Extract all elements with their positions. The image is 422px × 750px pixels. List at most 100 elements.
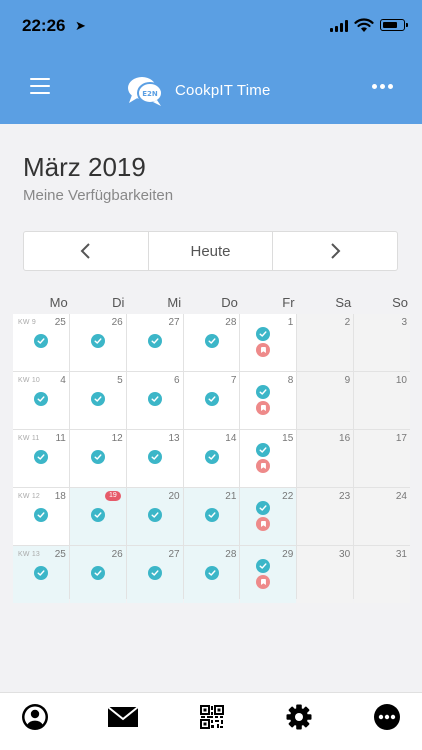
day-number: 23 xyxy=(339,491,351,502)
calendar-day[interactable]: KW 9 25 xyxy=(13,314,69,371)
bookmark-icon xyxy=(256,401,271,415)
day-number: 1 xyxy=(287,317,294,328)
wifi-icon xyxy=(354,18,374,32)
calendar-day[interactable]: 29 xyxy=(240,546,297,603)
weekday-label: Mo xyxy=(49,295,68,310)
app-logo: E2N xyxy=(128,77,163,106)
calendar-day[interactable]: KW 12 18 xyxy=(13,488,69,545)
week-number: KW 12 xyxy=(18,493,41,500)
calendar-day[interactable]: 17 xyxy=(354,430,410,487)
month-navigation: Heute xyxy=(23,231,398,271)
calendar-day[interactable]: 26 xyxy=(69,314,126,371)
today-badge: 19 xyxy=(104,491,121,501)
calendar-day[interactable]: 7 xyxy=(183,372,240,429)
next-month-button[interactable] xyxy=(273,232,397,270)
week-number: KW 10 xyxy=(18,377,41,384)
week-number: KW 11 xyxy=(18,435,40,442)
week-number: KW 9 xyxy=(18,319,36,326)
status-bar: 22:26 ➤ xyxy=(0,0,422,50)
calendar-day[interactable]: 22 xyxy=(240,488,297,545)
day-number: 12 xyxy=(111,433,123,444)
available-check-icon xyxy=(256,443,271,457)
calendar-day[interactable]: 23 xyxy=(297,488,354,545)
weekday-label: So xyxy=(392,295,408,310)
day-number: 9 xyxy=(344,375,351,386)
calendar-day[interactable]: 2 xyxy=(297,314,354,371)
bookmark-icon xyxy=(256,459,271,473)
calendar-day[interactable]: 3 xyxy=(354,314,410,371)
day-number: 3 xyxy=(401,317,407,328)
day-number: 5 xyxy=(117,375,123,386)
day-number: 29 xyxy=(282,549,294,560)
tab-qr-scan[interactable] xyxy=(197,703,227,731)
tab-profile[interactable] xyxy=(20,703,50,731)
calendar-day[interactable]: 19 xyxy=(69,488,126,545)
calendar-day[interactable]: KW 11 11 xyxy=(13,430,69,487)
calendar-day[interactable]: 16 xyxy=(297,430,354,487)
day-number: 30 xyxy=(339,549,351,560)
day-number: 14 xyxy=(225,433,237,444)
day-number: 22 xyxy=(282,491,294,502)
available-check-icon xyxy=(34,450,48,464)
calendar-day[interactable]: 6 xyxy=(126,372,183,429)
day-number: 15 xyxy=(282,433,294,444)
calendar-day[interactable]: KW 13 25 xyxy=(13,546,69,603)
bookmark-icon xyxy=(256,343,271,357)
calendar-day[interactable]: 10 xyxy=(354,372,410,429)
calendar-day[interactable]: 9 xyxy=(297,372,354,429)
bookmark-icon xyxy=(256,517,271,531)
app-header: E2N CookpIT Time xyxy=(0,50,422,124)
month-title: März 2019 xyxy=(23,152,146,182)
calendar-day[interactable]: 28 xyxy=(183,546,240,603)
today-button[interactable]: Heute xyxy=(147,232,274,270)
day-number: 24 xyxy=(395,491,407,502)
calendar-day[interactable]: 12 xyxy=(69,430,126,487)
calendar-day[interactable]: 8 xyxy=(240,372,297,429)
available-check-icon xyxy=(147,508,162,522)
cellular-signal-icon xyxy=(330,20,348,32)
calendar-day[interactable]: 21 xyxy=(183,488,240,545)
calendar-day[interactable]: KW 10 4 xyxy=(13,372,69,429)
available-check-icon xyxy=(204,450,219,464)
calendar-day[interactable]: 15 xyxy=(240,430,297,487)
tab-more[interactable] xyxy=(372,703,402,731)
tab-settings[interactable] xyxy=(284,703,314,731)
available-check-icon xyxy=(147,334,162,348)
day-number: 25 xyxy=(54,549,66,560)
weekday-header: Mo Di Mi Do Fr Sa So xyxy=(13,295,410,313)
calendar-day[interactable]: 14 xyxy=(183,430,240,487)
tab-messages[interactable] xyxy=(107,703,139,731)
calendar-day[interactable]: 26 xyxy=(69,546,126,603)
calendar-day[interactable]: 27 xyxy=(126,314,183,371)
day-number: 26 xyxy=(111,549,123,560)
available-check-icon xyxy=(204,392,219,406)
day-number: 2 xyxy=(344,317,351,328)
calendar-grid: KW 9 25 26 27 28 1 2 3 KW 10 4 5 6 7 8 9 10 KW 11 11 12 13 1… xyxy=(13,314,410,603)
calendar-day[interactable]: 5 xyxy=(69,372,126,429)
bottom-tab-bar xyxy=(0,692,422,750)
more-circle-icon xyxy=(374,704,400,730)
available-check-icon xyxy=(90,392,105,406)
day-number: 10 xyxy=(395,375,407,386)
more-options-icon[interactable] xyxy=(372,84,393,89)
weekday-label: Mi xyxy=(167,295,182,310)
hamburger-menu-icon[interactable] xyxy=(30,78,50,94)
day-number: 27 xyxy=(168,317,180,328)
location-arrow-icon: ➤ xyxy=(75,18,86,33)
available-check-icon xyxy=(34,566,48,580)
calendar-day[interactable]: 27 xyxy=(126,546,183,603)
calendar-day[interactable]: 24 xyxy=(354,488,410,545)
previous-month-button[interactable] xyxy=(24,232,148,270)
calendar-day[interactable]: 31 xyxy=(354,546,410,603)
month-subtitle: Meine Verfügbarkeiten xyxy=(23,187,174,204)
calendar-day[interactable]: 20 xyxy=(126,488,183,545)
weekday-label: Di xyxy=(112,295,125,310)
day-number: 16 xyxy=(339,433,351,444)
available-check-icon xyxy=(256,559,271,573)
calendar-day[interactable]: 28 xyxy=(183,314,240,371)
calendar-day[interactable]: 1 xyxy=(240,314,297,371)
calendar-day[interactable]: 30 xyxy=(297,546,354,603)
calendar-day[interactable]: 13 xyxy=(126,430,183,487)
chevron-left-icon xyxy=(80,243,90,259)
available-check-icon xyxy=(34,334,48,348)
